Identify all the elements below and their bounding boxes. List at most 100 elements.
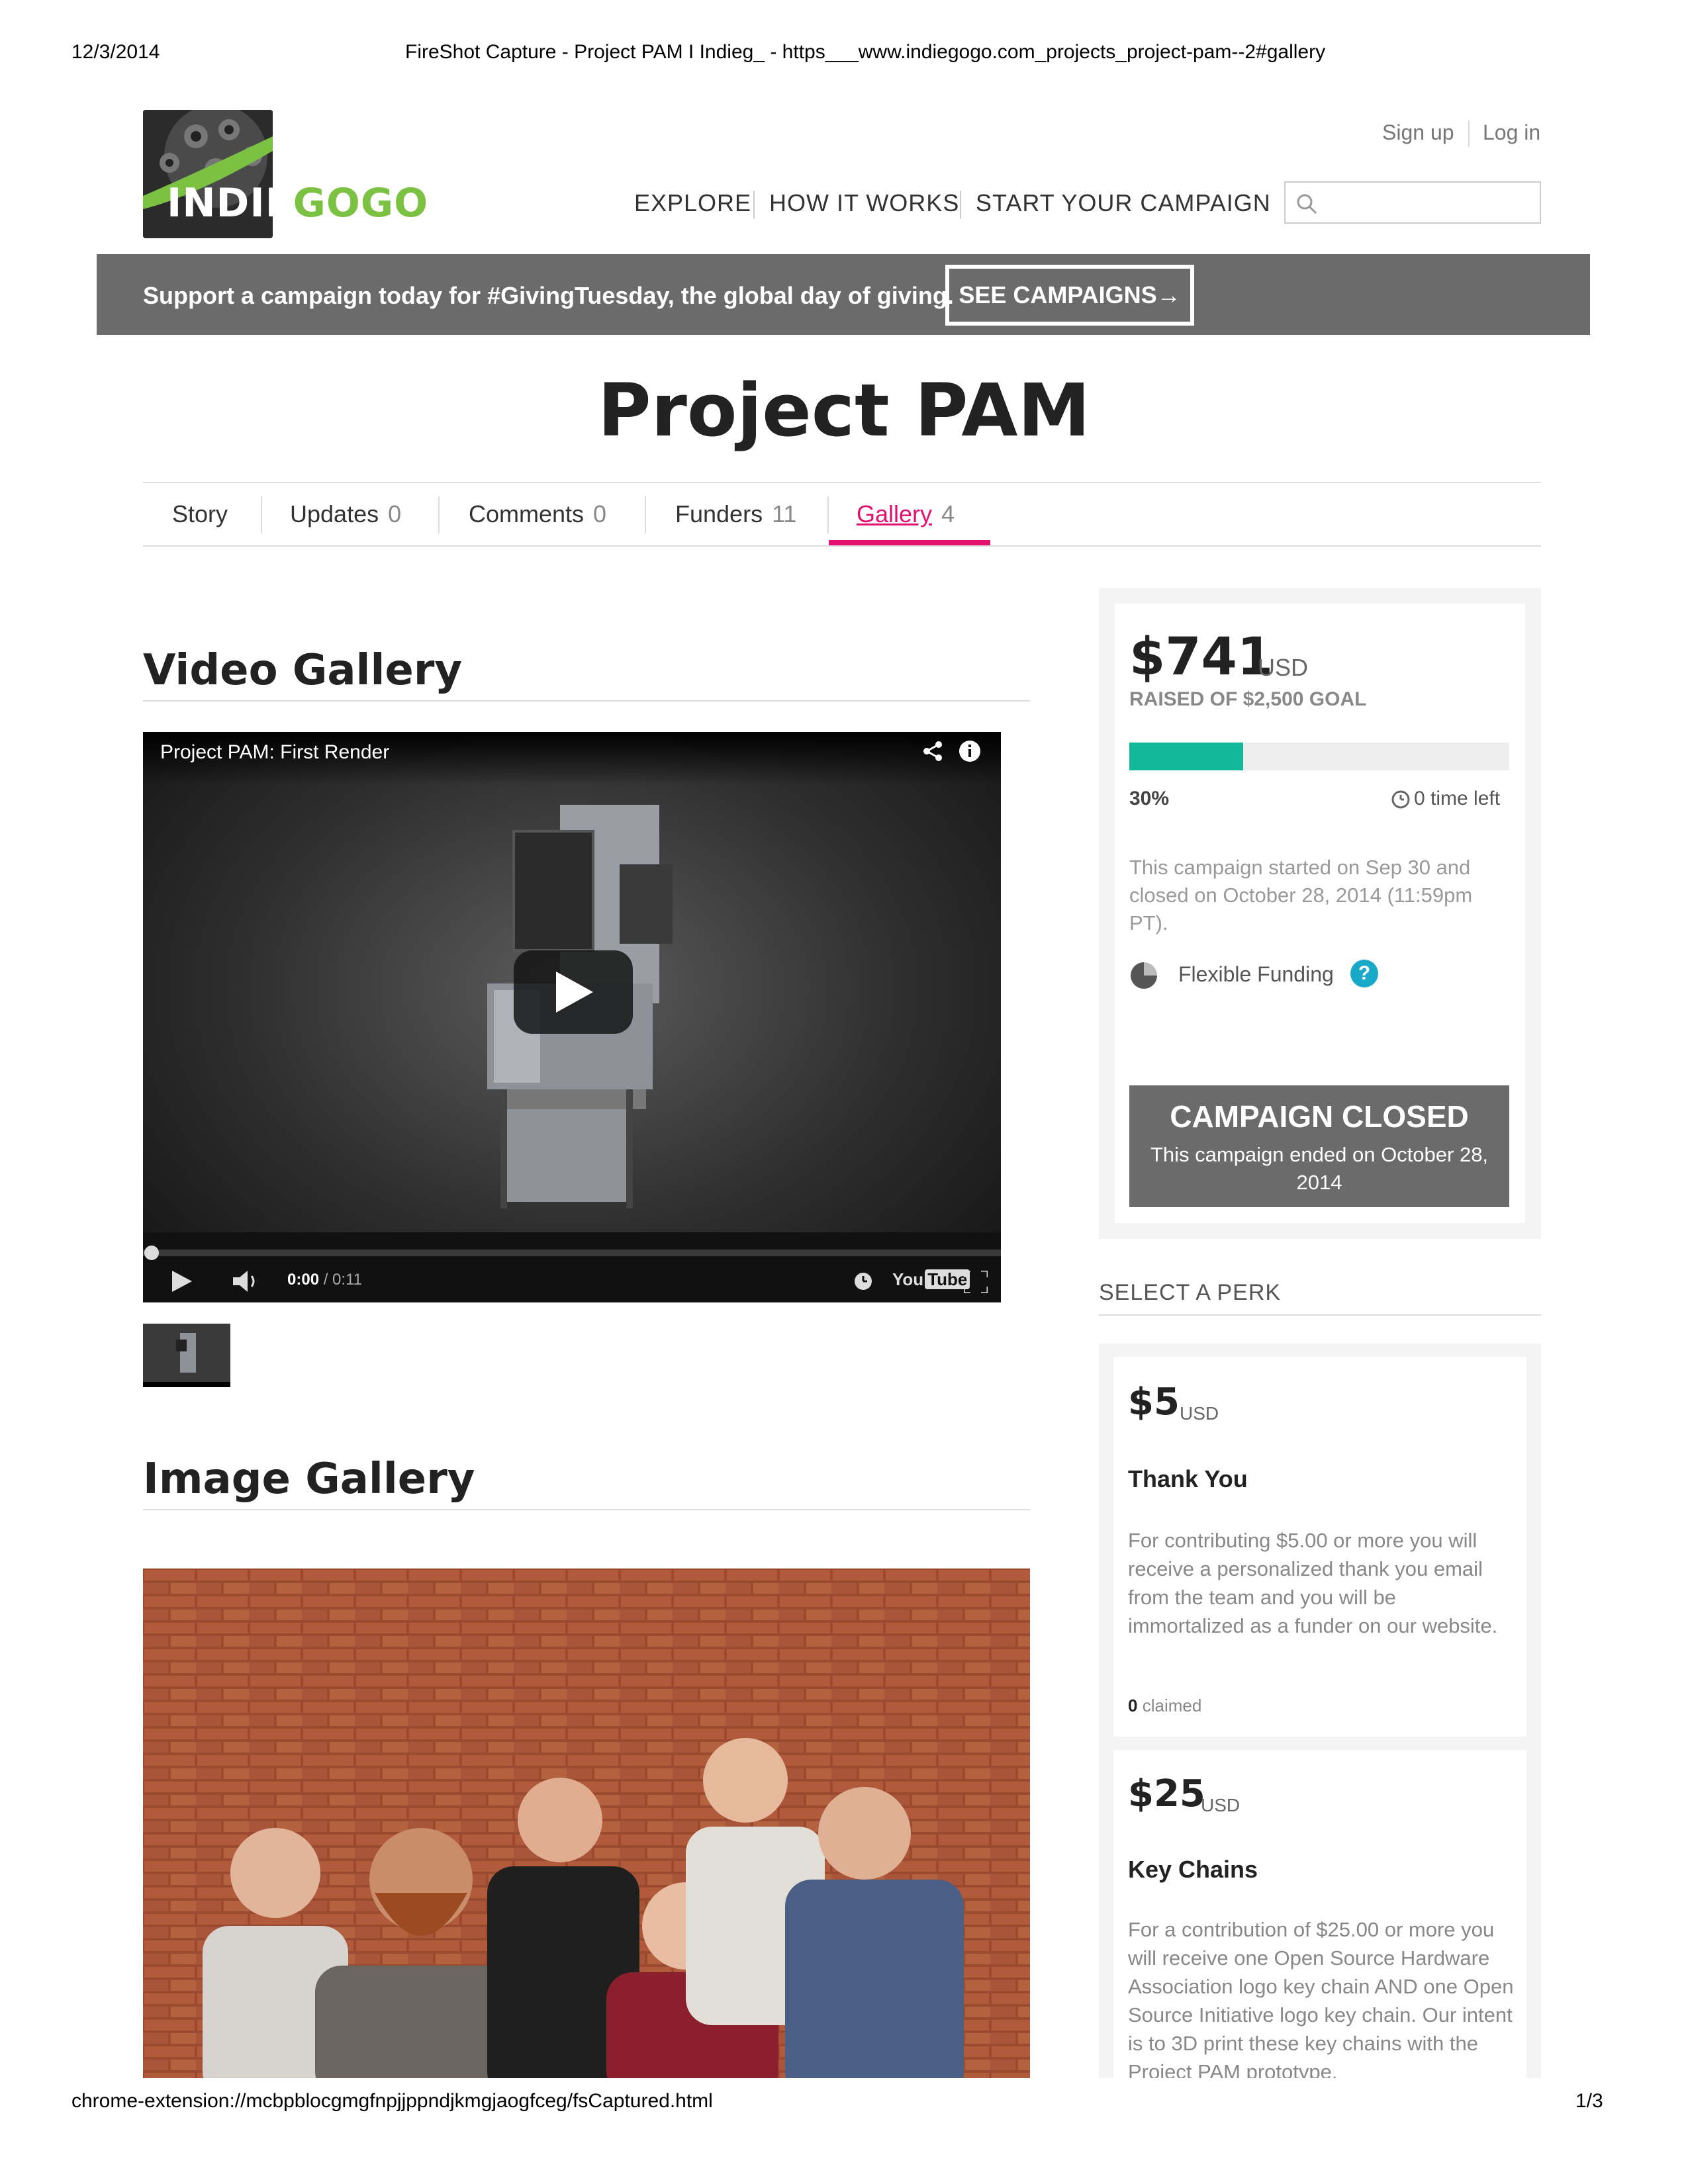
top-link-divider [1468,120,1470,147]
indiegogo-wordmark[interactable]: INDIEGOGO [167,180,428,226]
signup-link[interactable]: Sign up [1382,120,1454,145]
campaign-dates: This campaign started on Sep 30 and clos… [1129,856,1473,934]
print-footer-url: chrome-extension://mcbpblocgmgfnpjjppndj… [71,2090,713,2112]
tab-divider [827,496,829,533]
perk-description: For a contribution of $25.00 or more you… [1128,1918,1514,2083]
perk-list: $5 USD Thank You For contributing $5.00 … [1099,1343,1541,2094]
tab-count: 11 [772,500,797,527]
see-campaigns-button[interactable]: SEE CAMPAIGNS→ [945,265,1194,326]
claimed-count: 0 [1128,1696,1138,1715]
nav-start-campaign[interactable]: START YOUR CAMPAIGN [976,189,1271,217]
progress-bar-fill [1129,743,1244,770]
nav-how-it-works[interactable]: HOW IT WORKS [769,189,959,217]
tab-updates[interactable]: Updates 0 [290,500,401,528]
tab-story[interactable]: Story [172,500,228,528]
tab-divider [261,496,262,533]
select-perk-heading: SELECT A PERK [1099,1280,1282,1305]
campaign-closed-title: CAMPAIGN CLOSED [1170,1099,1469,1134]
tab-count: 0 [388,500,402,527]
search-input[interactable] [1325,188,1530,217]
share-icon[interactable] [921,740,944,762]
banner-text: Support a campaign today for #GivingTues… [143,282,954,309]
play-icon [556,972,593,1013]
team-photo-image [143,1569,1030,2094]
perk-card[interactable]: $5 USD Thank You For contributing $5.00 … [1113,1357,1526,1737]
tab-label: Funders [675,500,763,527]
volume-icon[interactable] [233,1271,261,1292]
tab-gallery[interactable]: Gallery 4 [857,500,955,528]
info-icon[interactable] [959,740,981,762]
active-tab-indicator [829,540,990,545]
section-rule [143,1509,1030,1510]
claimed-label: claimed [1142,1696,1202,1715]
fullscreen-icon[interactable] [964,1271,988,1293]
play-small-icon[interactable] [172,1271,192,1292]
raised-goal: RAISED OF $2,500 GOAL [1129,688,1367,710]
perk-claimed: 0 claimed [1128,1696,1201,1716]
time-current: 0:00 [287,1271,320,1289]
image-gallery-heading: Image Gallery [143,1455,475,1504]
nav-divider [960,191,961,218]
team-photo[interactable] [143,1569,1030,2094]
clock-icon [1391,790,1410,809]
youtube-logo[interactable]: You Tube [892,1269,970,1290]
search-box[interactable] [1284,181,1541,224]
perk-amount: $5 [1128,1381,1180,1424]
page-title: Project PAM [598,368,1090,453]
video-scrubber[interactable] [143,1250,1001,1256]
tab-label: Comments [469,500,585,527]
tab-funders[interactable]: Funders 11 [675,500,796,528]
raised-currency: USD [1258,654,1309,681]
perk-title: Thank You [1128,1465,1248,1492]
nav-explore[interactable]: EXPLORE [634,189,751,217]
campaign-stats-box: $741 USD RAISED OF $2,500 GOAL 30% 0 tim… [1099,588,1541,1239]
perk-title: Key Chains [1128,1856,1258,1883]
youtube-you: You [892,1269,924,1289]
nav-divider [753,191,755,218]
tab-label: Story [172,500,228,527]
logo-indie: INDIE [167,180,293,226]
video-thumbnail[interactable] [143,1324,230,1387]
help-icon[interactable]: ? [1350,960,1378,987]
tabbar-top-rule [143,482,1541,483]
campaign-closed-text: This campaign ended on October 28, 2014 [1150,1143,1489,1194]
tab-count: 0 [593,500,607,527]
print-title: FireShot Capture - Project PAM I Indieg_… [405,41,1326,63]
section-rule [143,700,1030,702]
video-controls [143,1232,1001,1302]
raised-amount: $741 [1129,627,1274,687]
video-gallery-heading: Video Gallery [143,646,463,695]
perk-currency: USD [1201,1795,1241,1815]
logo-gogo: GOGO [293,180,429,226]
print-page-number: 1/3 [1575,2090,1603,2112]
perk-currency: USD [1180,1403,1219,1424]
campaign-closed-box: CAMPAIGN CLOSED This campaign ended on O… [1129,1085,1509,1207]
time-left: 0 time left [1414,788,1501,809]
flexible-funding-icon [1131,962,1157,989]
login-link[interactable]: Log in [1483,120,1540,145]
tab-divider [438,496,440,533]
video-time: 0:00 / 0:11 [287,1271,362,1289]
play-overlay-button[interactable] [514,950,633,1034]
perk-card[interactable]: $25 USD Key Chains For a contribution of… [1113,1750,1526,2094]
campaign-card: $741 USD RAISED OF $2,500 GOAL 30% 0 tim… [1115,604,1525,1223]
video-title[interactable]: Project PAM: First Render [160,741,389,764]
thumbnail-image [143,1324,230,1382]
tab-divider [645,496,646,533]
progress-bar [1129,743,1509,770]
watch-later-icon[interactable] [854,1272,872,1291]
funding-type: Flexible Funding [1178,962,1334,986]
print-date: 12/3/2014 [71,41,160,63]
scrubber-handle[interactable] [144,1246,159,1260]
video-player[interactable]: Project PAM: First Render 0:00 / 0:11 Yo… [143,732,1001,1302]
perk-description: For contributing $5.00 or more you will … [1128,1529,1498,1637]
perk-amount: $25 [1128,1772,1205,1815]
tabbar-bottom-rule [143,545,1541,547]
tab-count: 4 [941,500,955,527]
perk-heading-rule [1099,1314,1541,1316]
search-icon [1297,194,1317,214]
tab-comments[interactable]: Comments 0 [469,500,606,528]
tab-label: Gallery [857,500,933,527]
funded-percent: 30% [1129,788,1170,809]
time-total: / 0:11 [323,1271,362,1289]
